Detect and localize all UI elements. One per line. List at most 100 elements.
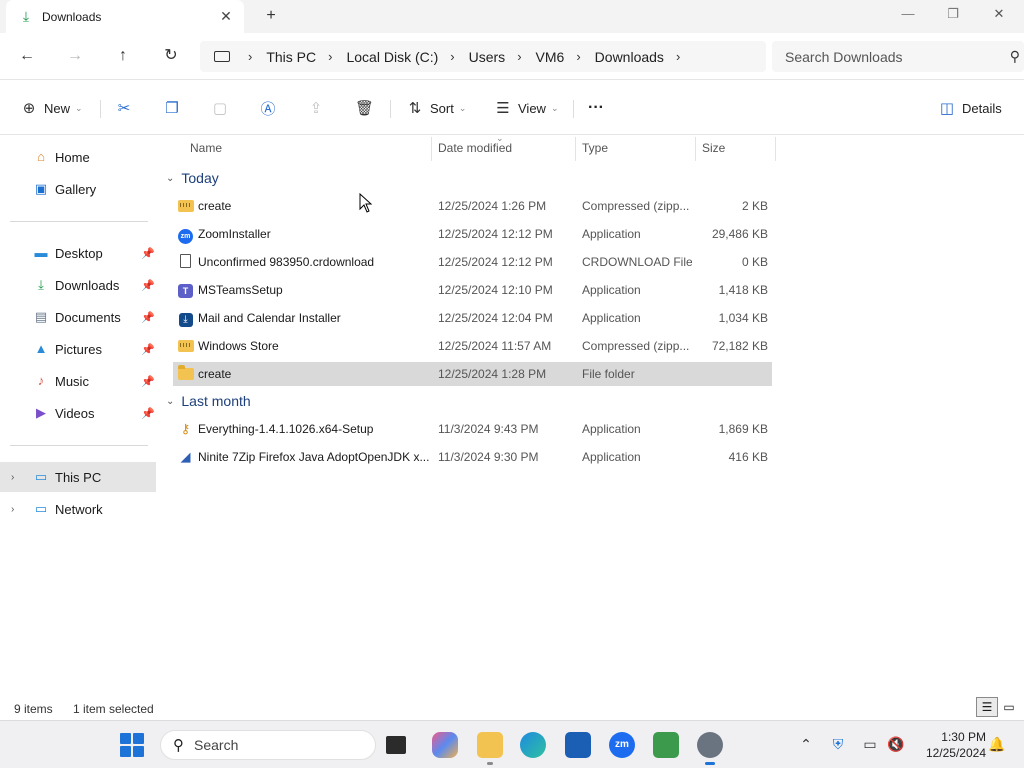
chevron-right-icon[interactable]: ›	[576, 49, 580, 64]
pin-icon[interactable]: 📌	[141, 247, 155, 260]
nav-item-downloads[interactable]: ⤓ Downloads 📌	[0, 270, 156, 300]
store-icon[interactable]	[565, 732, 591, 758]
forward-button[interactable]: →	[64, 45, 86, 67]
settings-gear-icon[interactable]	[697, 732, 723, 765]
nav-item-videos[interactable]: ▶ Videos 📌	[0, 398, 156, 428]
pin-icon[interactable]: 📌	[141, 311, 155, 324]
task-view-icon[interactable]	[386, 736, 406, 754]
chevron-right-icon[interactable]: ›	[676, 49, 680, 64]
task-manager-icon[interactable]	[653, 732, 679, 758]
up-button[interactable]: ↑	[112, 45, 134, 67]
volume-muted-icon[interactable]: 🔇	[887, 736, 905, 753]
breadcrumb-downloads[interactable]: Downloads	[595, 49, 664, 65]
file-row[interactable]: create 12/25/2024 1:26 PM Compressed (zi…	[173, 194, 772, 218]
network-tray-icon[interactable]: ▭	[861, 736, 879, 753]
column-type[interactable]: Type	[582, 135, 608, 161]
shield-icon[interactable]: ⛨	[829, 736, 847, 753]
cut-button[interactable]: ✂	[115, 97, 139, 119]
new-label: New	[44, 100, 71, 116]
column-name[interactable]: Name	[190, 135, 222, 161]
file-row[interactable]: ⤓ Mail and Calendar Installer 12/25/2024…	[173, 306, 772, 330]
back-button[interactable]: ←	[16, 45, 38, 67]
tiles-view-button[interactable]: ▭	[998, 697, 1020, 717]
chevron-right-icon[interactable]: ›	[11, 504, 14, 515]
column-size[interactable]: Size	[702, 135, 725, 161]
maximize-button[interactable]: ❐	[944, 6, 962, 22]
chevron-right-icon[interactable]: ›	[450, 49, 454, 64]
file-row[interactable]: Windows Store 12/25/2024 11:57 AM Compre…	[173, 334, 772, 358]
divider[interactable]	[775, 137, 776, 161]
search-placeholder: Search Downloads	[785, 48, 903, 65]
edge-icon[interactable]	[520, 732, 546, 758]
sort-button[interactable]: ⇅ Sort ⌄	[406, 97, 467, 119]
search-icon: ⚲	[1009, 48, 1020, 64]
file-row[interactable]: ⚷ Everything-1.4.1.1026.x64-Setup 11/3/2…	[173, 417, 772, 441]
copilot-icon[interactable]	[432, 732, 458, 758]
share-button[interactable]: ⇪	[307, 97, 331, 119]
chevron-right-icon[interactable]: ›	[11, 472, 14, 483]
nav-item-documents[interactable]: ▤ Documents 📌	[0, 302, 156, 332]
file-date: 12/25/2024 1:28 PM	[438, 367, 547, 381]
breadcrumb-vm6[interactable]: VM6	[536, 49, 565, 65]
zoom-icon[interactable]: zm	[609, 732, 635, 758]
sort-icon: ⇅	[408, 100, 422, 117]
nav-item-pictures[interactable]: ▲ Pictures 📌	[0, 334, 156, 364]
file-row-selected[interactable]: create 12/25/2024 1:28 PM File folder	[173, 362, 772, 386]
divider[interactable]	[431, 137, 432, 161]
column-date-modified[interactable]: Date modified	[438, 135, 512, 161]
chevron-right-icon[interactable]: ›	[248, 49, 252, 64]
nav-item-gallery[interactable]: ▣ Gallery	[0, 174, 156, 204]
details-view-button[interactable]: ☰	[976, 697, 998, 717]
paste-button[interactable]: ▢	[211, 97, 235, 119]
chevron-right-icon[interactable]: ›	[328, 49, 332, 64]
breadcrumb-local-disk[interactable]: Local Disk (C:)	[346, 49, 438, 65]
file-row[interactable]: T MSTeamsSetup 12/25/2024 12:10 PM Appli…	[173, 278, 772, 302]
pin-icon[interactable]: 📌	[141, 407, 155, 420]
tab-downloads[interactable]: ⤓ Downloads ✕	[6, 0, 244, 33]
minimize-button[interactable]: —	[899, 6, 917, 21]
file-row[interactable]: Unconfirmed 983950.crdownload 12/25/2024…	[173, 250, 772, 274]
nav-item-this-pc[interactable]: › ▭ This PC	[0, 462, 156, 492]
group-header-last-month[interactable]: ⌄ Last month	[166, 390, 251, 412]
system-clock[interactable]: 1:30 PM 12/25/2024	[916, 729, 986, 761]
file-row[interactable]: zm ZoomInstaller 12/25/2024 12:12 PM App…	[173, 222, 772, 246]
chevron-right-icon[interactable]: ›	[517, 49, 521, 64]
close-button[interactable]: ✕	[990, 6, 1008, 22]
breadcrumb[interactable]: › This PC › Local Disk (C:) › Users › VM…	[200, 41, 766, 72]
file-explorer-icon[interactable]	[477, 732, 503, 765]
more-options-button[interactable]: ···	[588, 97, 604, 119]
file-row[interactable]: ◢ Ninite 7Zip Firefox Java AdoptOpenJDK …	[173, 445, 772, 469]
nav-label: Desktop	[55, 245, 103, 261]
details-button[interactable]: ◫ Details	[938, 97, 1002, 119]
pin-icon[interactable]: 📌	[141, 375, 155, 388]
divider[interactable]	[575, 137, 576, 161]
chevron-up-icon[interactable]: ⌃	[797, 736, 815, 753]
delete-button[interactable]: 🗑	[355, 97, 379, 119]
nav-item-home[interactable]: ⌂ Home	[0, 142, 156, 172]
nav-item-network[interactable]: › ▭ Network	[0, 494, 156, 524]
new-button[interactable]: ⊕ New ⌄	[20, 97, 83, 119]
home-icon: ⌂	[37, 149, 45, 164]
copy-button[interactable]: ❐	[163, 97, 187, 119]
notification-bell-icon[interactable]: 🔔	[988, 736, 1006, 753]
item-count: 9 items	[14, 702, 53, 716]
group-header-today[interactable]: ⌄ Today	[166, 167, 219, 189]
breadcrumb-this-pc[interactable]: This PC	[266, 49, 316, 65]
nav-label: Downloads	[55, 277, 120, 293]
taskbar-search[interactable]: ⚲ Search	[160, 730, 376, 760]
tab-close-icon[interactable]: ✕	[218, 8, 234, 25]
pin-icon[interactable]: 📌	[141, 343, 155, 356]
refresh-button[interactable]: ↻	[160, 45, 182, 67]
chevron-down-icon: ⌄	[75, 102, 83, 113]
start-button[interactable]	[120, 733, 144, 757]
nav-item-music[interactable]: ♪ Music 📌	[0, 366, 156, 396]
search-input[interactable]: Search Downloads ⚲	[772, 41, 1024, 72]
clock-date: 12/25/2024	[925, 746, 986, 760]
breadcrumb-users[interactable]: Users	[469, 49, 506, 65]
nav-item-desktop[interactable]: ▬ Desktop 📌	[0, 238, 156, 268]
view-button[interactable]: ☰ View ⌄	[494, 97, 558, 119]
divider[interactable]	[695, 137, 696, 161]
rename-button[interactable]: Ⓐ	[259, 97, 283, 119]
pin-icon[interactable]: 📌	[141, 279, 155, 292]
new-tab-button[interactable]: +	[262, 7, 280, 25]
